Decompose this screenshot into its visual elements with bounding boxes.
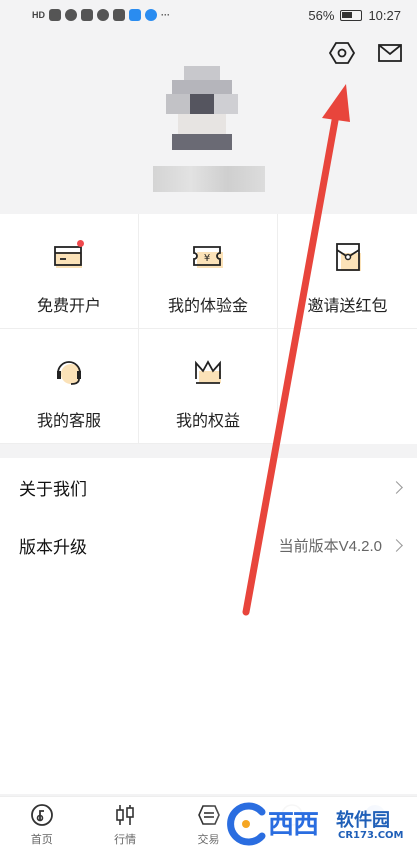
more-notifications-icon: ···: [161, 10, 170, 20]
settings-icon[interactable]: [329, 40, 355, 66]
invite-red-packet-label: 邀请送红包: [307, 298, 388, 315]
avatar[interactable]: [166, 66, 238, 156]
svg-text:¥: ¥: [204, 253, 210, 264]
battery-icon: [340, 9, 363, 21]
app-q-icon: [129, 9, 141, 21]
about-us-label: 关于我们: [19, 479, 87, 499]
battery-percent: 56%: [308, 7, 335, 23]
tab-trade-label: 交易: [197, 834, 220, 846]
open-account-label: 免费开户: [36, 298, 101, 315]
customer-service-label: 我的客服: [36, 413, 101, 430]
exchange-icon: [196, 803, 222, 827]
my-rights-item[interactable]: 我的权益: [139, 329, 278, 444]
header-actions: [329, 40, 403, 66]
wifi-icon: [65, 9, 77, 21]
status-icons: HD ···: [32, 9, 170, 21]
chat-icon: [97, 9, 109, 21]
status-bar: HD ··· 56% 10:27: [0, 0, 417, 30]
my-rights-label: 我的权益: [175, 413, 240, 430]
notification-dot: [77, 240, 84, 247]
hd-indicator: HD: [32, 10, 45, 20]
current-version-text: 当前版本V4.2.0: [278, 537, 382, 555]
qq-icon: [81, 9, 93, 21]
invite-red-packet-item[interactable]: 邀请送红包: [278, 214, 417, 329]
tab-home-label: 首页: [30, 834, 53, 846]
version-upgrade-label: 版本升级: [19, 537, 87, 557]
crown-icon: [191, 355, 225, 389]
discover-icon: [279, 803, 305, 827]
profile-icon: [362, 803, 388, 827]
chevron-right-icon: [390, 480, 403, 494]
tab-market-label: 行情: [114, 834, 137, 846]
tab-discover[interactable]: [250, 797, 333, 854]
chevron-right-icon: [390, 538, 403, 552]
trial-fund-label: 我的体验金: [167, 298, 248, 315]
tab-trade[interactable]: 交易: [167, 797, 250, 854]
clock: 10:27: [368, 7, 401, 23]
app-round-icon: [145, 9, 157, 21]
feature-grid: 免费开户 ¥ 我的体验金 邀请送红包 我的客服 我的权益: [0, 214, 417, 444]
candlestick-icon: [112, 803, 138, 827]
card-icon: [52, 240, 86, 274]
signal-icon: [49, 9, 61, 21]
yen-ticket-icon: ¥: [191, 240, 225, 274]
trial-fund-item[interactable]: ¥ 我的体验金: [139, 214, 278, 329]
tab-home[interactable]: 首页: [0, 797, 83, 854]
version-upgrade-row[interactable]: 版本升级 当前版本V4.2.0: [0, 516, 417, 574]
tab-market[interactable]: 行情: [83, 797, 166, 854]
bottom-tab-bar: 首页 行情 交易: [0, 796, 417, 854]
about-us-row[interactable]: 关于我们: [0, 458, 417, 516]
baidu-icon: [113, 9, 125, 21]
home-disc-icon: [29, 803, 55, 827]
tab-profile[interactable]: [334, 797, 417, 854]
username-blurred: [153, 166, 265, 192]
headset-icon: [52, 355, 86, 389]
message-icon[interactable]: [377, 40, 403, 66]
customer-service-item[interactable]: 我的客服: [0, 329, 139, 444]
red-envelope-icon: [331, 240, 365, 274]
open-account-item[interactable]: 免费开户: [0, 214, 139, 329]
settings-list: 关于我们 版本升级 当前版本V4.2.0: [0, 458, 417, 794]
